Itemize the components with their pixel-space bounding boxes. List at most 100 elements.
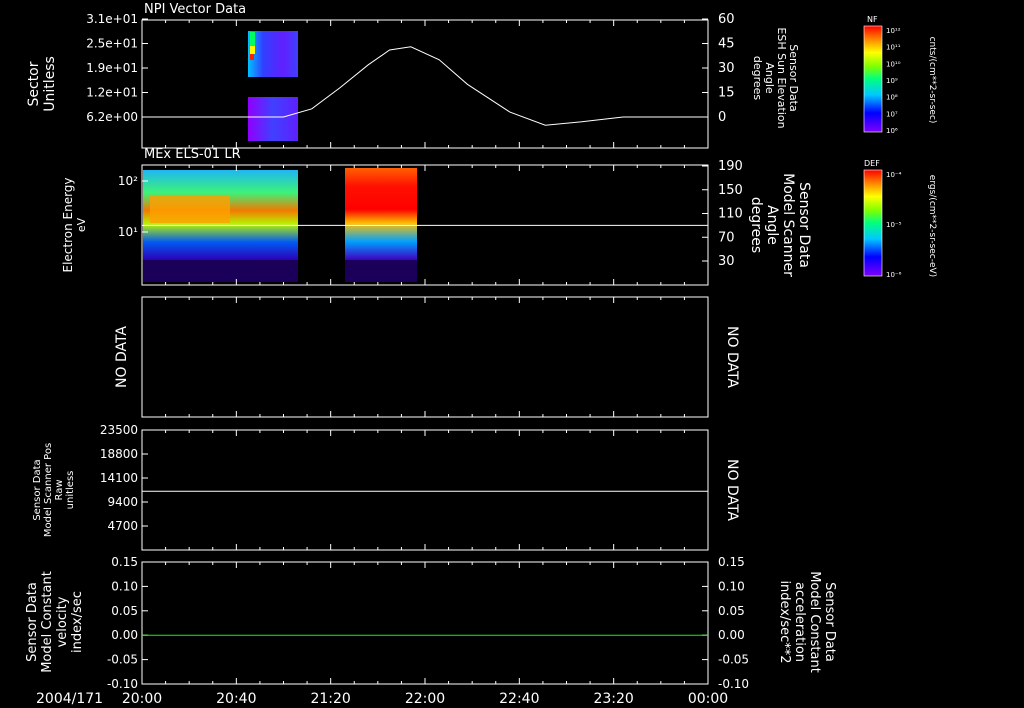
- y-tick-label-left: -0.10: [107, 677, 138, 691]
- els-block-b: [345, 168, 417, 260]
- y-tick-label-left: 18800: [100, 447, 138, 461]
- colorbar-def-unit: ergs/(cm**2-sr-sec-eV): [927, 175, 937, 277]
- panel-4-frame: [141, 429, 709, 551]
- time-tick-label: 20:40: [216, 691, 256, 707]
- time-tick-label: 22:40: [499, 691, 539, 707]
- colorbar-tick-label: 10⁻⁶: [886, 271, 902, 279]
- p1-ylabel-left-1: Unitless: [42, 56, 58, 112]
- y-tick-label-right: -0.10: [718, 677, 749, 691]
- y-tick-label-left: 23500: [100, 423, 138, 437]
- p5-ylabel-right-3: index/sec**2: [777, 580, 792, 663]
- y-tick-label-left: 9400: [107, 495, 138, 509]
- y-tick-label-right: 0.00: [718, 628, 745, 642]
- y-tick-label-left: 1.2e+01: [86, 86, 138, 100]
- colorbar-nf-bar: [863, 25, 883, 133]
- y-tick-label-right: 0.10: [718, 579, 745, 593]
- y-tick-label-right: 0.05: [718, 604, 745, 618]
- y-tick-label-right: 60: [718, 12, 735, 27]
- panel-3-frame: [141, 296, 709, 418]
- colorbar-def-title: DEF: [864, 159, 880, 168]
- p4-ylabel-left-2: Raw: [54, 479, 65, 500]
- time-tick-label: 22:00: [405, 691, 445, 707]
- panel-2-title: MEx ELS-01 LR: [144, 147, 241, 162]
- colorbar-nf-title: NF: [867, 15, 878, 24]
- p2-ylabel-right-2: Angle: [764, 205, 780, 245]
- els-noise-a: [143, 260, 298, 282]
- plot-canvas: 3.1e+01 2.5e+01 1.9e+01 1.2e+01 6.2e+00 60 45 3…: [25, 2, 937, 707]
- p4-ylabel-left-1: Model Scanner Pos: [43, 443, 54, 537]
- y-tick-label-right: 190: [718, 159, 743, 174]
- npi-block-upper-hot2: [250, 46, 255, 54]
- p2-ylabel-right-3: degrees: [748, 197, 764, 253]
- y-tick-label-right: 70: [718, 230, 735, 245]
- y-tick-label-right: 110: [718, 207, 743, 222]
- colorbar-nf: NF 10¹² 10¹¹ 10¹⁰ 10⁹ 10⁸ 10⁷ 10⁶ cnts/(cm**2-…: [863, 15, 937, 135]
- time-tick-label: 20:00: [122, 691, 162, 707]
- panel-1-frame: [141, 19, 709, 149]
- npi-block-lower: [248, 97, 298, 141]
- y-tick-label-right: 150: [718, 183, 743, 198]
- y-tick-label-left: 0.10: [111, 579, 138, 593]
- colorbar-tick-label: 10⁻⁴: [886, 171, 902, 179]
- p2-ylabel-left-1: eV: [75, 217, 88, 232]
- npi-block-upper: [248, 31, 298, 77]
- p1-ylabel-right-3: degrees: [751, 56, 764, 101]
- els-block-a-hot: [150, 195, 230, 223]
- time-tick-label: 23:20: [593, 691, 633, 707]
- p4-ylabel-left-0: Sensor Data: [32, 459, 43, 520]
- panel-1-title: NPI Vector Data: [144, 2, 246, 17]
- y-tick-label-left: 4700: [107, 519, 138, 533]
- colorbar-tick-label: 10⁸: [886, 94, 898, 102]
- p1-ylabel-left-0: Sector: [26, 61, 42, 106]
- p2-ylabel-left-0: Electron Energy: [61, 177, 75, 272]
- colorbar-tick-label: 10⁶: [886, 127, 898, 135]
- p5-ylabel-left-3: index/sec: [70, 591, 85, 653]
- y-tick-label-left: 0.15: [111, 555, 138, 569]
- y-tick-label-left: 14100: [100, 471, 138, 485]
- colorbar-tick-label: 10¹¹: [886, 44, 901, 52]
- y-tick-label-left: 6.2e+00: [86, 110, 138, 124]
- p5-ylabel-right-2: acceleration: [792, 582, 807, 662]
- colorbar-tick-label: 10⁷: [886, 110, 898, 118]
- y-tick-label-left: 2.5e+01: [86, 37, 138, 51]
- p5-ylabel-left-0: Sensor Data: [25, 582, 40, 662]
- colorbar-nf-unit: cnts/(cm**2-sr-sec): [927, 37, 937, 124]
- y-tick-label-left: 0.05: [111, 604, 138, 618]
- date-label: 2004/171: [36, 691, 103, 707]
- colorbar-tick-label: 10¹²: [886, 27, 901, 35]
- y-tick-label-right: 45: [718, 37, 735, 52]
- p3-no-data-right: NO DATA: [724, 326, 740, 388]
- time-tick-label: 21:20: [310, 691, 350, 707]
- panel-5-frame: [141, 561, 709, 685]
- y-tick-label-left: 0.00: [111, 628, 138, 642]
- sun-elevation-line: [142, 46, 708, 126]
- p4-ylabel-left-3: unitless: [65, 471, 76, 510]
- y-tick-label-left: 1.9e+01: [86, 61, 138, 75]
- colorbar-tick-label: 10⁹: [886, 77, 898, 85]
- p3-no-data-left: NO DATA: [114, 326, 130, 388]
- colorbar-tick-label: 10⁻⁵: [886, 221, 902, 229]
- colorbar-def-bar: [863, 169, 883, 277]
- npi-block-upper-hot: [250, 32, 255, 46]
- els-noise-b: [345, 260, 417, 282]
- time-tick-label: 00:00: [688, 691, 728, 707]
- colorbar-def: DEF 10⁻⁴ 10⁻⁵ 10⁻⁶ ergs/(cm**2-sr-sec-eV): [863, 159, 937, 279]
- npi-heatmap: [248, 31, 298, 141]
- y-tick-label-left: 10¹: [118, 225, 138, 239]
- y-tick-label-right: 30: [718, 254, 735, 269]
- p2-ylabel-right-0: Sensor Data: [796, 182, 812, 268]
- p4-no-data-right: NO DATA: [724, 459, 740, 521]
- y-tick-label-left: 3.1e+01: [86, 12, 138, 26]
- p5-ylabel-left-2: velocity: [55, 596, 70, 647]
- y-tick-label-right: 0: [718, 110, 726, 125]
- npi-block-upper-hot3: [250, 54, 254, 60]
- y-tick-label-left: -0.05: [107, 653, 138, 667]
- p5-ylabel-right-0: Sensor Data: [822, 582, 837, 662]
- y-tick-label-right: 30: [718, 61, 735, 76]
- p5-ylabel-right-1: Model Constant: [807, 571, 822, 673]
- y-tick-label-right: 15: [718, 86, 735, 101]
- y-tick-label-right: -0.05: [718, 653, 749, 667]
- p2-ylabel-right-1: Model Scanner: [780, 173, 796, 277]
- p5-ylabel-left-1: Model Constant: [40, 571, 55, 673]
- axis-ticks: 3.1e+01 2.5e+01 1.9e+01 1.2e+01 6.2e+00 60 45 3…: [86, 12, 749, 691]
